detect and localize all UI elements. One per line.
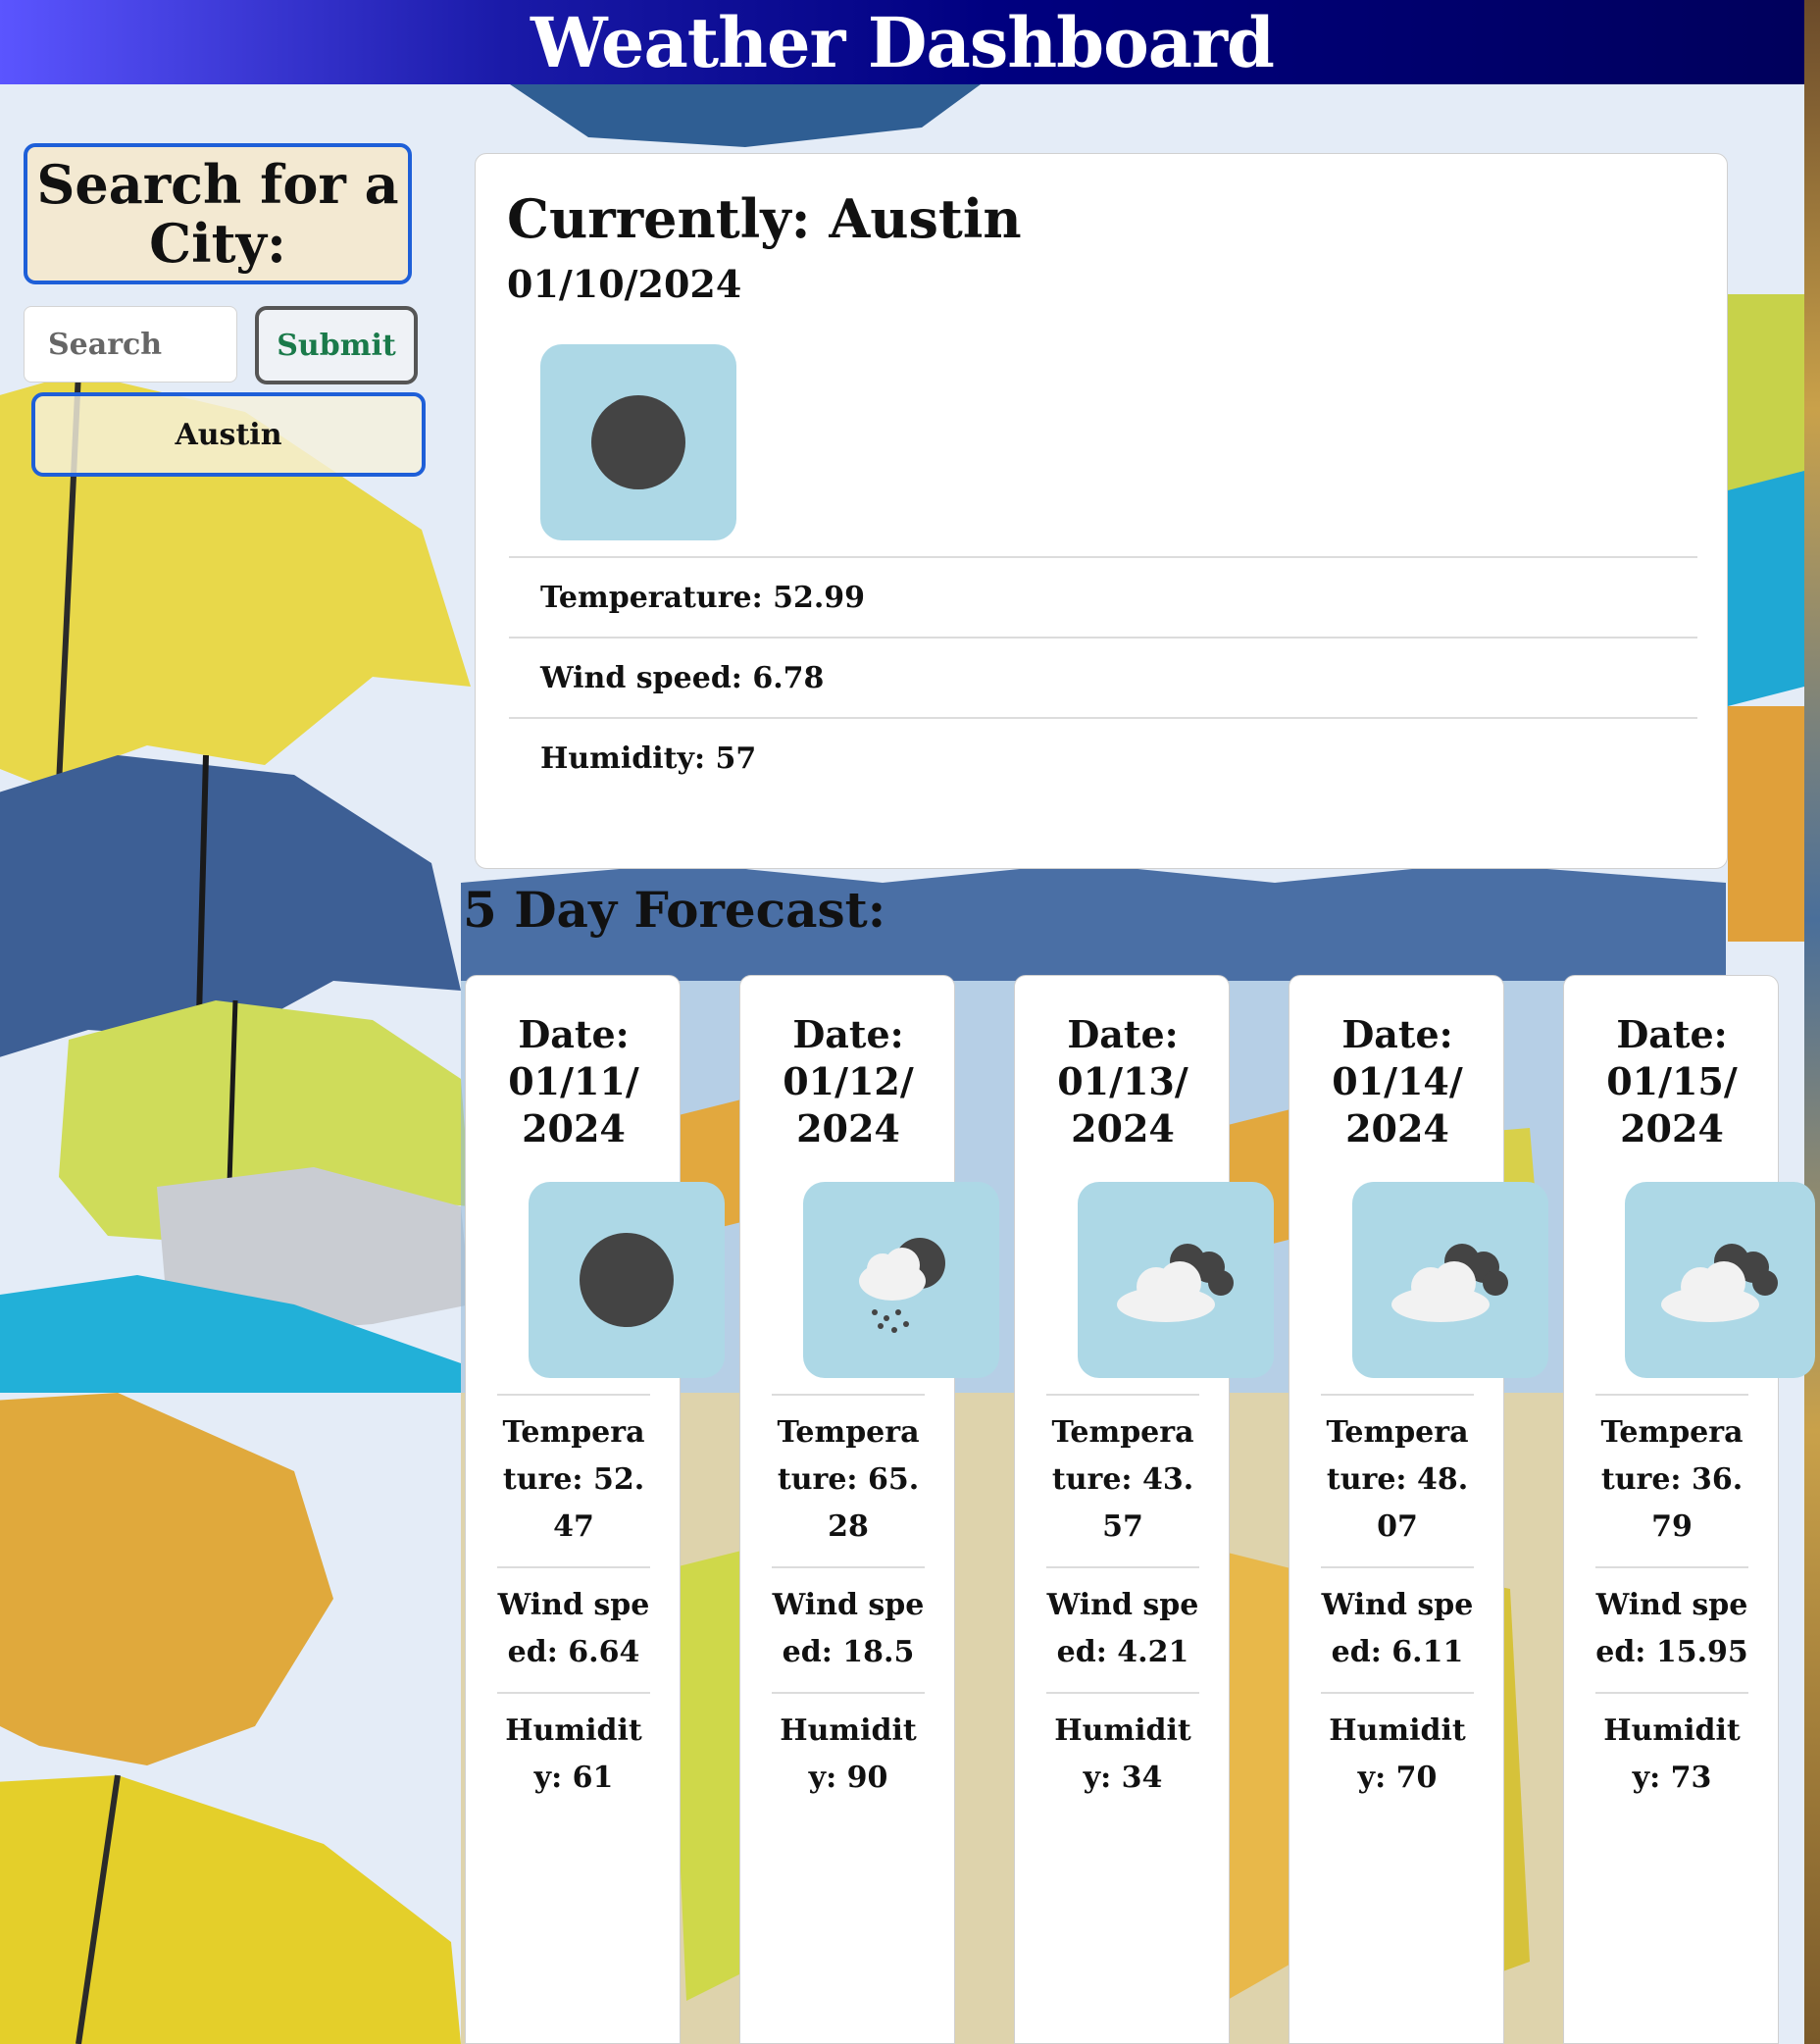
current-weather-card: Currently: Austin 01/10/2024 Temperature… bbox=[475, 153, 1728, 869]
forecast-wind-speed: Wind speed: 6.64 bbox=[497, 1566, 650, 1692]
broken-clouds-icon bbox=[1391, 1244, 1508, 1322]
forecast-date: Date: 01/11/2024 bbox=[508, 1012, 639, 1150]
forecast-card-day-1: Date: 01/11/2024 Temperature: 52.47 Wind… bbox=[465, 975, 725, 2044]
forecast-humidity: Humidity: 34 bbox=[1046, 1692, 1199, 1817]
rain-night-icon bbox=[859, 1238, 945, 1333]
search-input[interactable] bbox=[24, 306, 237, 383]
search-heading: Search for a City: bbox=[36, 153, 399, 275]
forecast-wind-speed: Wind speed: 15.95 bbox=[1595, 1566, 1748, 1692]
forecast-card-day-5: Date: 01/15/2024 Temperature: 36.79 Wind… bbox=[1563, 975, 1815, 2044]
forecast-temperature: Temperature: 43.57 bbox=[1046, 1394, 1199, 1566]
search-heading-box: Search for a City: bbox=[24, 143, 412, 284]
forecast-date: Date: 01/14/2024 bbox=[1332, 1012, 1463, 1150]
forecast-icon-box bbox=[1078, 1182, 1274, 1378]
forecast-heading: 5 Day Forecast: bbox=[463, 881, 886, 939]
forecast-icon-box bbox=[529, 1182, 725, 1378]
forecast-icon-box bbox=[1352, 1182, 1548, 1378]
forecast-wind-speed: Wind speed: 18.5 bbox=[772, 1566, 925, 1692]
right-edge-strip bbox=[1804, 0, 1820, 2044]
current-humidity: Humidity: 57 bbox=[509, 717, 1697, 797]
forecast-details: Temperature: 65.28 Wind speed: 18.5 Humi… bbox=[772, 1394, 925, 1817]
clear-night-icon bbox=[580, 1233, 674, 1327]
current-city-title: Currently: Austin bbox=[507, 187, 1022, 250]
forecast-humidity: Humidity: 73 bbox=[1595, 1692, 1748, 1817]
forecast-date: Date: 01/12/2024 bbox=[783, 1012, 914, 1150]
broken-clouds-icon bbox=[1117, 1244, 1234, 1322]
forecast-icon-box bbox=[803, 1182, 999, 1378]
forecast-details: Temperature: 43.57 Wind speed: 4.21 Humi… bbox=[1046, 1394, 1199, 1817]
page-header: Weather Dashboard bbox=[0, 0, 1804, 84]
submit-button[interactable]: Submit bbox=[255, 306, 418, 384]
forecast-temperature: Temperature: 52.47 bbox=[497, 1394, 650, 1566]
forecast-humidity: Humidity: 70 bbox=[1321, 1692, 1474, 1817]
forecast-temperature: Temperature: 65.28 bbox=[772, 1394, 925, 1566]
forecast-temperature: Temperature: 36.79 bbox=[1595, 1394, 1748, 1566]
forecast-date: Date: 01/13/2024 bbox=[1057, 1012, 1188, 1150]
forecast-wind-speed: Wind speed: 6.11 bbox=[1321, 1566, 1474, 1692]
current-weather-details: Temperature: 52.99 Wind speed: 6.78 Humi… bbox=[509, 556, 1697, 797]
forecast-card-day-3: Date: 01/13/2024 Temperature: 43.57 Wind… bbox=[1014, 975, 1274, 2044]
broken-clouds-icon bbox=[1661, 1244, 1778, 1322]
forecast-icon-box bbox=[1625, 1182, 1815, 1378]
forecast-details: Temperature: 52.47 Wind speed: 6.64 Humi… bbox=[497, 1394, 650, 1817]
forecast-date: Date: 01/15/2024 bbox=[1606, 1012, 1738, 1150]
forecast-humidity: Humidity: 90 bbox=[772, 1692, 925, 1817]
current-wind-speed: Wind speed: 6.78 bbox=[509, 637, 1697, 717]
current-temperature: Temperature: 52.99 bbox=[509, 556, 1697, 637]
history-city-button[interactable]: Austin bbox=[31, 392, 426, 477]
current-date: 01/10/2024 bbox=[507, 262, 742, 306]
forecast-details: Temperature: 48.07 Wind speed: 6.11 Humi… bbox=[1321, 1394, 1474, 1817]
forecast-card-day-2: Date: 01/12/2024 Temperature: 65.28 Wind… bbox=[739, 975, 999, 2044]
forecast-wind-speed: Wind speed: 4.21 bbox=[1046, 1566, 1199, 1692]
forecast-card-day-4: Date: 01/14/2024 Temperature: 48.07 Wind… bbox=[1289, 975, 1548, 2044]
clear-night-icon bbox=[591, 395, 685, 489]
current-weather-icon-box bbox=[540, 344, 736, 540]
page-title: Weather Dashboard bbox=[531, 1, 1275, 83]
forecast-temperature: Temperature: 48.07 bbox=[1321, 1394, 1474, 1566]
forecast-humidity: Humidity: 61 bbox=[497, 1692, 650, 1817]
forecast-details: Temperature: 36.79 Wind speed: 15.95 Hum… bbox=[1595, 1394, 1748, 1817]
